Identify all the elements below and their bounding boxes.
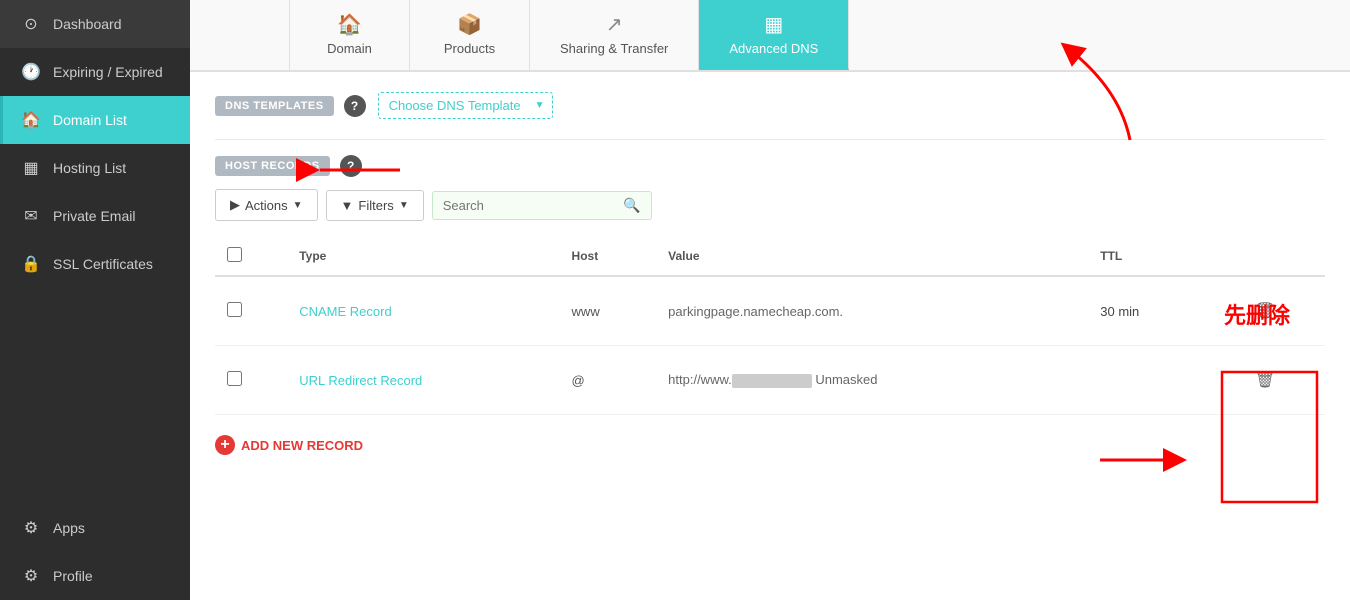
table-row: CNAME Record www parkingpage.namecheap.c…	[215, 276, 1325, 346]
table-row: URL Redirect Record @ http://www. Unmask…	[215, 346, 1325, 415]
home-icon: 🏠	[21, 110, 41, 130]
row2-host: @	[560, 346, 657, 415]
dns-templates-section: DNS TEMPLATES ? Choose DNS Template	[215, 92, 1325, 119]
sidebar-item-apps-label: Apps	[53, 520, 85, 536]
sidebar-item-hosting-list[interactable]: ▦ Hosting List	[0, 144, 190, 192]
table-col-type: Type	[287, 237, 559, 276]
dns-template-select[interactable]: Choose DNS Template	[378, 92, 553, 119]
actions-caret-icon: ▼	[293, 200, 303, 211]
row1-checkbox[interactable]	[227, 302, 242, 317]
row2-delete-cell: 🗑	[1205, 346, 1325, 415]
row1-delete-cell: 🗑	[1205, 276, 1325, 346]
tab-advanced-dns[interactable]: ▦ Advanced DNS	[699, 0, 849, 70]
row1-checkbox-cell	[215, 276, 287, 346]
table-col-checkbox	[215, 237, 287, 276]
clock-icon: 🕐	[21, 62, 41, 82]
row2-checkbox-cell	[215, 346, 287, 415]
sidebar-item-dashboard[interactable]: ⊙ Dashboard	[0, 0, 190, 48]
sidebar-item-private-email[interactable]: ✉ Private Email	[0, 192, 190, 240]
row1-type[interactable]: CNAME Record	[287, 276, 559, 346]
dns-template-select-wrapper: Choose DNS Template	[378, 92, 553, 119]
add-new-record-button[interactable]: + ADD NEW RECORD	[215, 423, 363, 461]
row2-ttl	[1088, 346, 1205, 415]
tab-sharing-label: Sharing & Transfer	[560, 41, 668, 56]
host-records-section: HOST RECORDS ? ▶ Actions ▼ ▼ Filters ▼ 🔍	[215, 155, 1325, 465]
tab-products-label: Products	[444, 41, 495, 56]
select-all-checkbox[interactable]	[227, 247, 242, 262]
sidebar-item-ssl-label: SSL Certificates	[53, 256, 153, 272]
tab-bar: 🏠 Domain 📦 Products ↗ Sharing & Transfer…	[190, 0, 1350, 72]
row2-type[interactable]: URL Redirect Record	[287, 346, 559, 415]
records-toolbar: ▶ Actions ▼ ▼ Filters ▼ 🔍	[215, 189, 1325, 221]
table-body: CNAME Record www parkingpage.namecheap.c…	[215, 276, 1325, 415]
tab-dns-label: Advanced DNS	[729, 41, 818, 56]
row2-value: http://www. Unmasked	[656, 346, 1088, 415]
records-table: Type Host Value TTL CNAME Record www par…	[215, 237, 1325, 415]
dns-templates-help-icon[interactable]: ?	[344, 95, 366, 117]
sidebar: ⊙ Dashboard 🕐 Expiring / Expired 🏠 Domai…	[0, 0, 190, 600]
row2-checkbox[interactable]	[227, 371, 242, 386]
divider-1	[215, 139, 1325, 140]
sidebar-item-ssl[interactable]: 🔒 SSL Certificates	[0, 240, 190, 288]
search-icon: 🔍	[623, 197, 640, 214]
domain-tab-icon: 🏠	[337, 12, 362, 37]
sidebar-item-email-label: Private Email	[53, 208, 135, 224]
dns-templates-header: DNS TEMPLATES ? Choose DNS Template	[215, 92, 1325, 119]
filter-icon: ▼	[341, 198, 354, 213]
sidebar-item-domain-list-label: Domain List	[53, 112, 127, 128]
dashboard-icon: ⊙	[21, 14, 41, 34]
filters-label: Filters	[358, 198, 393, 213]
table-col-actions	[1205, 237, 1325, 276]
sidebar-item-profile[interactable]: ⚙ Profile	[0, 552, 190, 600]
apps-icon: ⚙	[21, 518, 41, 538]
actions-button[interactable]: ▶ Actions ▼	[215, 189, 318, 221]
page-content: DNS TEMPLATES ? Choose DNS Template HOST…	[190, 72, 1350, 505]
profile-icon: ⚙	[21, 566, 41, 586]
row2-value-suffix: Unmasked	[812, 372, 878, 387]
sidebar-item-dashboard-label: Dashboard	[53, 16, 122, 32]
row1-ttl: 30 min	[1088, 276, 1205, 346]
search-box: 🔍	[432, 191, 652, 220]
products-tab-icon: 📦	[457, 12, 482, 37]
play-icon: ▶	[230, 197, 240, 213]
row2-value-prefix: http://www.	[668, 372, 732, 387]
sidebar-item-domain-list[interactable]: 🏠 Domain List	[0, 96, 190, 144]
host-records-help-icon[interactable]: ?	[340, 155, 362, 177]
add-record-row: + ADD NEW RECORD	[215, 419, 1325, 465]
tab-empty	[190, 0, 290, 70]
table-col-host: Host	[560, 237, 657, 276]
search-input[interactable]	[443, 198, 624, 213]
actions-label: Actions	[245, 198, 288, 213]
lock-icon: 🔒	[21, 254, 41, 274]
host-records-header: HOST RECORDS ?	[215, 155, 1325, 177]
tab-sharing-transfer[interactable]: ↗ Sharing & Transfer	[530, 0, 699, 70]
table-header: Type Host Value TTL	[215, 237, 1325, 276]
row1-value: parkingpage.namecheap.com.	[656, 276, 1088, 346]
email-icon: ✉	[21, 206, 41, 226]
row2-delete-button[interactable]: 🗑	[1237, 360, 1293, 400]
sidebar-item-expiring[interactable]: 🕐 Expiring / Expired	[0, 48, 190, 96]
row2-blurred-domain	[732, 374, 812, 388]
filters-caret-icon: ▼	[399, 200, 409, 211]
row1-host: www	[560, 276, 657, 346]
sidebar-item-apps[interactable]: ⚙ Apps	[0, 504, 190, 552]
dns-templates-badge: DNS TEMPLATES	[215, 96, 334, 116]
filters-button[interactable]: ▼ Filters ▼	[326, 190, 424, 221]
sidebar-item-profile-label: Profile	[53, 568, 93, 584]
table-col-value: Value	[656, 237, 1088, 276]
sidebar-item-expiring-label: Expiring / Expired	[53, 64, 163, 80]
table-col-ttl: TTL	[1088, 237, 1205, 276]
sidebar-item-hosting-label: Hosting List	[53, 160, 126, 176]
tab-domain[interactable]: 🏠 Domain	[290, 0, 410, 70]
add-record-label: ADD NEW RECORD	[241, 438, 363, 453]
add-circle-icon: +	[215, 435, 235, 455]
host-records-badge: HOST RECORDS	[215, 156, 330, 176]
tab-domain-label: Domain	[327, 41, 372, 56]
dns-tab-icon: ▦	[764, 12, 783, 37]
row1-delete-button[interactable]: 🗑	[1237, 291, 1293, 331]
sharing-tab-icon: ↗	[606, 12, 623, 37]
main-content: 🏠 Domain 📦 Products ↗ Sharing & Transfer…	[190, 0, 1350, 600]
server-icon: ▦	[21, 158, 41, 178]
tab-products[interactable]: 📦 Products	[410, 0, 530, 70]
